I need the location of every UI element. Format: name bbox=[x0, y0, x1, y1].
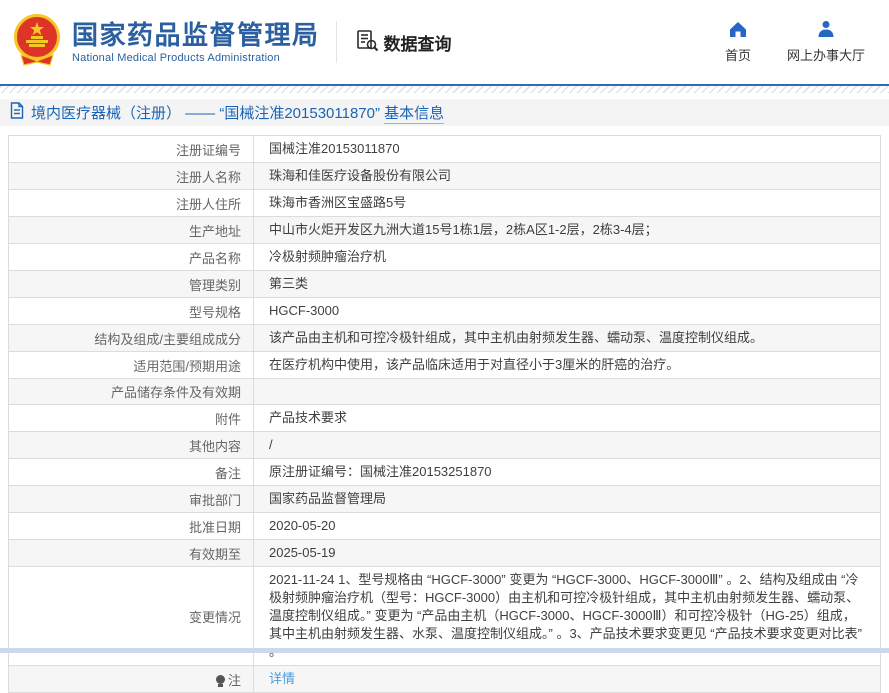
home-icon bbox=[728, 20, 748, 41]
row-value: 冷极射频肿瘤治疗机 bbox=[254, 244, 880, 270]
person-icon bbox=[817, 20, 835, 41]
row-value: 第三类 bbox=[254, 271, 880, 297]
row-value: HGCF-3000 bbox=[254, 298, 880, 324]
row-label: 管理类别 bbox=[9, 271, 254, 297]
data-query-label: 数据查询 bbox=[384, 30, 452, 55]
row-label: 注册人住所 bbox=[9, 190, 254, 216]
table-row: 注册人住所珠海市香洲区宝盛路5号 bbox=[9, 190, 880, 217]
table-row: 产品名称冷极射频肿瘤治疗机 bbox=[9, 244, 880, 271]
table-row: 注详情 bbox=[9, 666, 880, 693]
row-label: 注 bbox=[9, 666, 254, 692]
org-name-en: National Medical Products Administration bbox=[72, 52, 320, 64]
row-value: 国家药品监督管理局 bbox=[254, 486, 880, 512]
table-row: 管理类别第三类 bbox=[9, 271, 880, 298]
row-label: 适用范围/预期用途 bbox=[9, 352, 254, 378]
row-value bbox=[254, 379, 880, 404]
table-row: 审批部门国家药品监督管理局 bbox=[9, 486, 880, 513]
nav-label-service-hall: 网上办事大厅 bbox=[787, 45, 865, 64]
row-value: 国械注准20153011870 bbox=[254, 136, 880, 162]
info-table: 注册证编号国械注准20153011870注册人名称珠海和佳医疗设备股份有限公司注… bbox=[8, 135, 881, 693]
table-row: 备注原注册证编号：国械注准20153251870 bbox=[9, 459, 880, 486]
row-label: 审批部门 bbox=[9, 486, 254, 512]
brand-text: 国家药品监督管理局 National Medical Products Admi… bbox=[72, 20, 320, 64]
row-value: 详情 bbox=[254, 666, 880, 692]
header-nav: 首页 网上办事大厅 bbox=[725, 20, 865, 64]
table-row: 注册人名称珠海和佳医疗设备股份有限公司 bbox=[9, 163, 880, 190]
row-value: 该产品由主机和可控冷极针组成，其中主机由射频发生器、蠕动泵、温度控制仪组成。 bbox=[254, 325, 880, 351]
row-value: / bbox=[254, 432, 880, 458]
table-row: 生产地址中山市火炬开发区九洲大道15号1栋1层，2栋A区1-2层，2栋3-4层； bbox=[9, 217, 880, 244]
org-name-cn: 国家药品监督管理局 bbox=[72, 20, 320, 50]
nav-item-service-hall[interactable]: 网上办事大厅 bbox=[787, 20, 865, 64]
table-row: 批准日期2020-05-20 bbox=[9, 513, 880, 540]
row-label: 注册人名称 bbox=[9, 163, 254, 189]
row-label: 产品名称 bbox=[9, 244, 254, 270]
header-separator bbox=[336, 21, 337, 63]
row-label: 型号规格 bbox=[9, 298, 254, 324]
row-label: 其他内容 bbox=[9, 432, 254, 458]
row-value: 2020-05-20 bbox=[254, 513, 880, 539]
row-label: 结构及组成/主要组成成分 bbox=[9, 325, 254, 351]
breadcrumb-suffix[interactable]: 基本信息 bbox=[384, 105, 444, 124]
row-label: 有效期至 bbox=[9, 540, 254, 566]
row-value: 原注册证编号：国械注准20153251870 bbox=[254, 459, 880, 485]
row-label: 批准日期 bbox=[9, 513, 254, 539]
nav-item-home[interactable]: 首页 bbox=[725, 20, 751, 64]
table-row: 结构及组成/主要组成成分该产品由主机和可控冷极针组成，其中主机由射频发生器、蠕动… bbox=[9, 325, 880, 352]
table-row: 适用范围/预期用途在医疗机构中使用，该产品临床适用于对直径小于3厘米的肝癌的治疗… bbox=[9, 352, 880, 379]
document-icon bbox=[10, 102, 24, 124]
row-label: 生产地址 bbox=[9, 217, 254, 243]
national-emblem-icon bbox=[12, 13, 62, 72]
row-label: 备注 bbox=[9, 459, 254, 485]
row-value: 中山市火炬开发区九洲大道15号1栋1层，2栋A区1-2层，2栋3-4层； bbox=[254, 217, 880, 243]
row-value: 产品技术要求 bbox=[254, 405, 880, 431]
table-row: 其他内容/ bbox=[9, 432, 880, 459]
nav-label-home: 首页 bbox=[725, 45, 751, 64]
breadcrumb-text: 境内医疗器械（注册） —— “国械注准20153011870” 基本信息 bbox=[31, 102, 444, 123]
table-row: 产品储存条件及有效期 bbox=[9, 379, 880, 405]
row-value: 珠海市香洲区宝盛路5号 bbox=[254, 190, 880, 216]
row-label: 附件 bbox=[9, 405, 254, 431]
hatch-divider bbox=[0, 86, 889, 93]
breadcrumb: 境内医疗器械（注册） —— “国械注准20153011870” 基本信息 bbox=[0, 99, 889, 126]
doc-search-icon bbox=[355, 28, 379, 57]
table-row: 型号规格HGCF-3000 bbox=[9, 298, 880, 325]
row-label: 产品储存条件及有效期 bbox=[9, 379, 254, 404]
table-row: 附件产品技术要求 bbox=[9, 405, 880, 432]
bottom-strip bbox=[0, 648, 889, 653]
brand: 国家药品监督管理局 National Medical Products Admi… bbox=[12, 13, 320, 72]
row-value: 珠海和佳医疗设备股份有限公司 bbox=[254, 163, 880, 189]
data-query-section[interactable]: 数据查询 bbox=[355, 28, 452, 57]
row-label: 注册证编号 bbox=[9, 136, 254, 162]
row-value: 2025-05-19 bbox=[254, 540, 880, 566]
breadcrumb-prefix: 境内医疗器械（注册） —— “国械注准20153011870” bbox=[31, 105, 380, 122]
bulb-icon bbox=[216, 675, 225, 684]
table-row: 注册证编号国械注准20153011870 bbox=[9, 136, 880, 163]
page-header: 国家药品监督管理局 National Medical Products Admi… bbox=[0, 0, 889, 84]
row-value: 在医疗机构中使用，该产品临床适用于对直径小于3厘米的肝癌的治疗。 bbox=[254, 352, 880, 378]
table-row: 有效期至2025-05-19 bbox=[9, 540, 880, 567]
details-link[interactable]: 详情 bbox=[269, 670, 295, 688]
